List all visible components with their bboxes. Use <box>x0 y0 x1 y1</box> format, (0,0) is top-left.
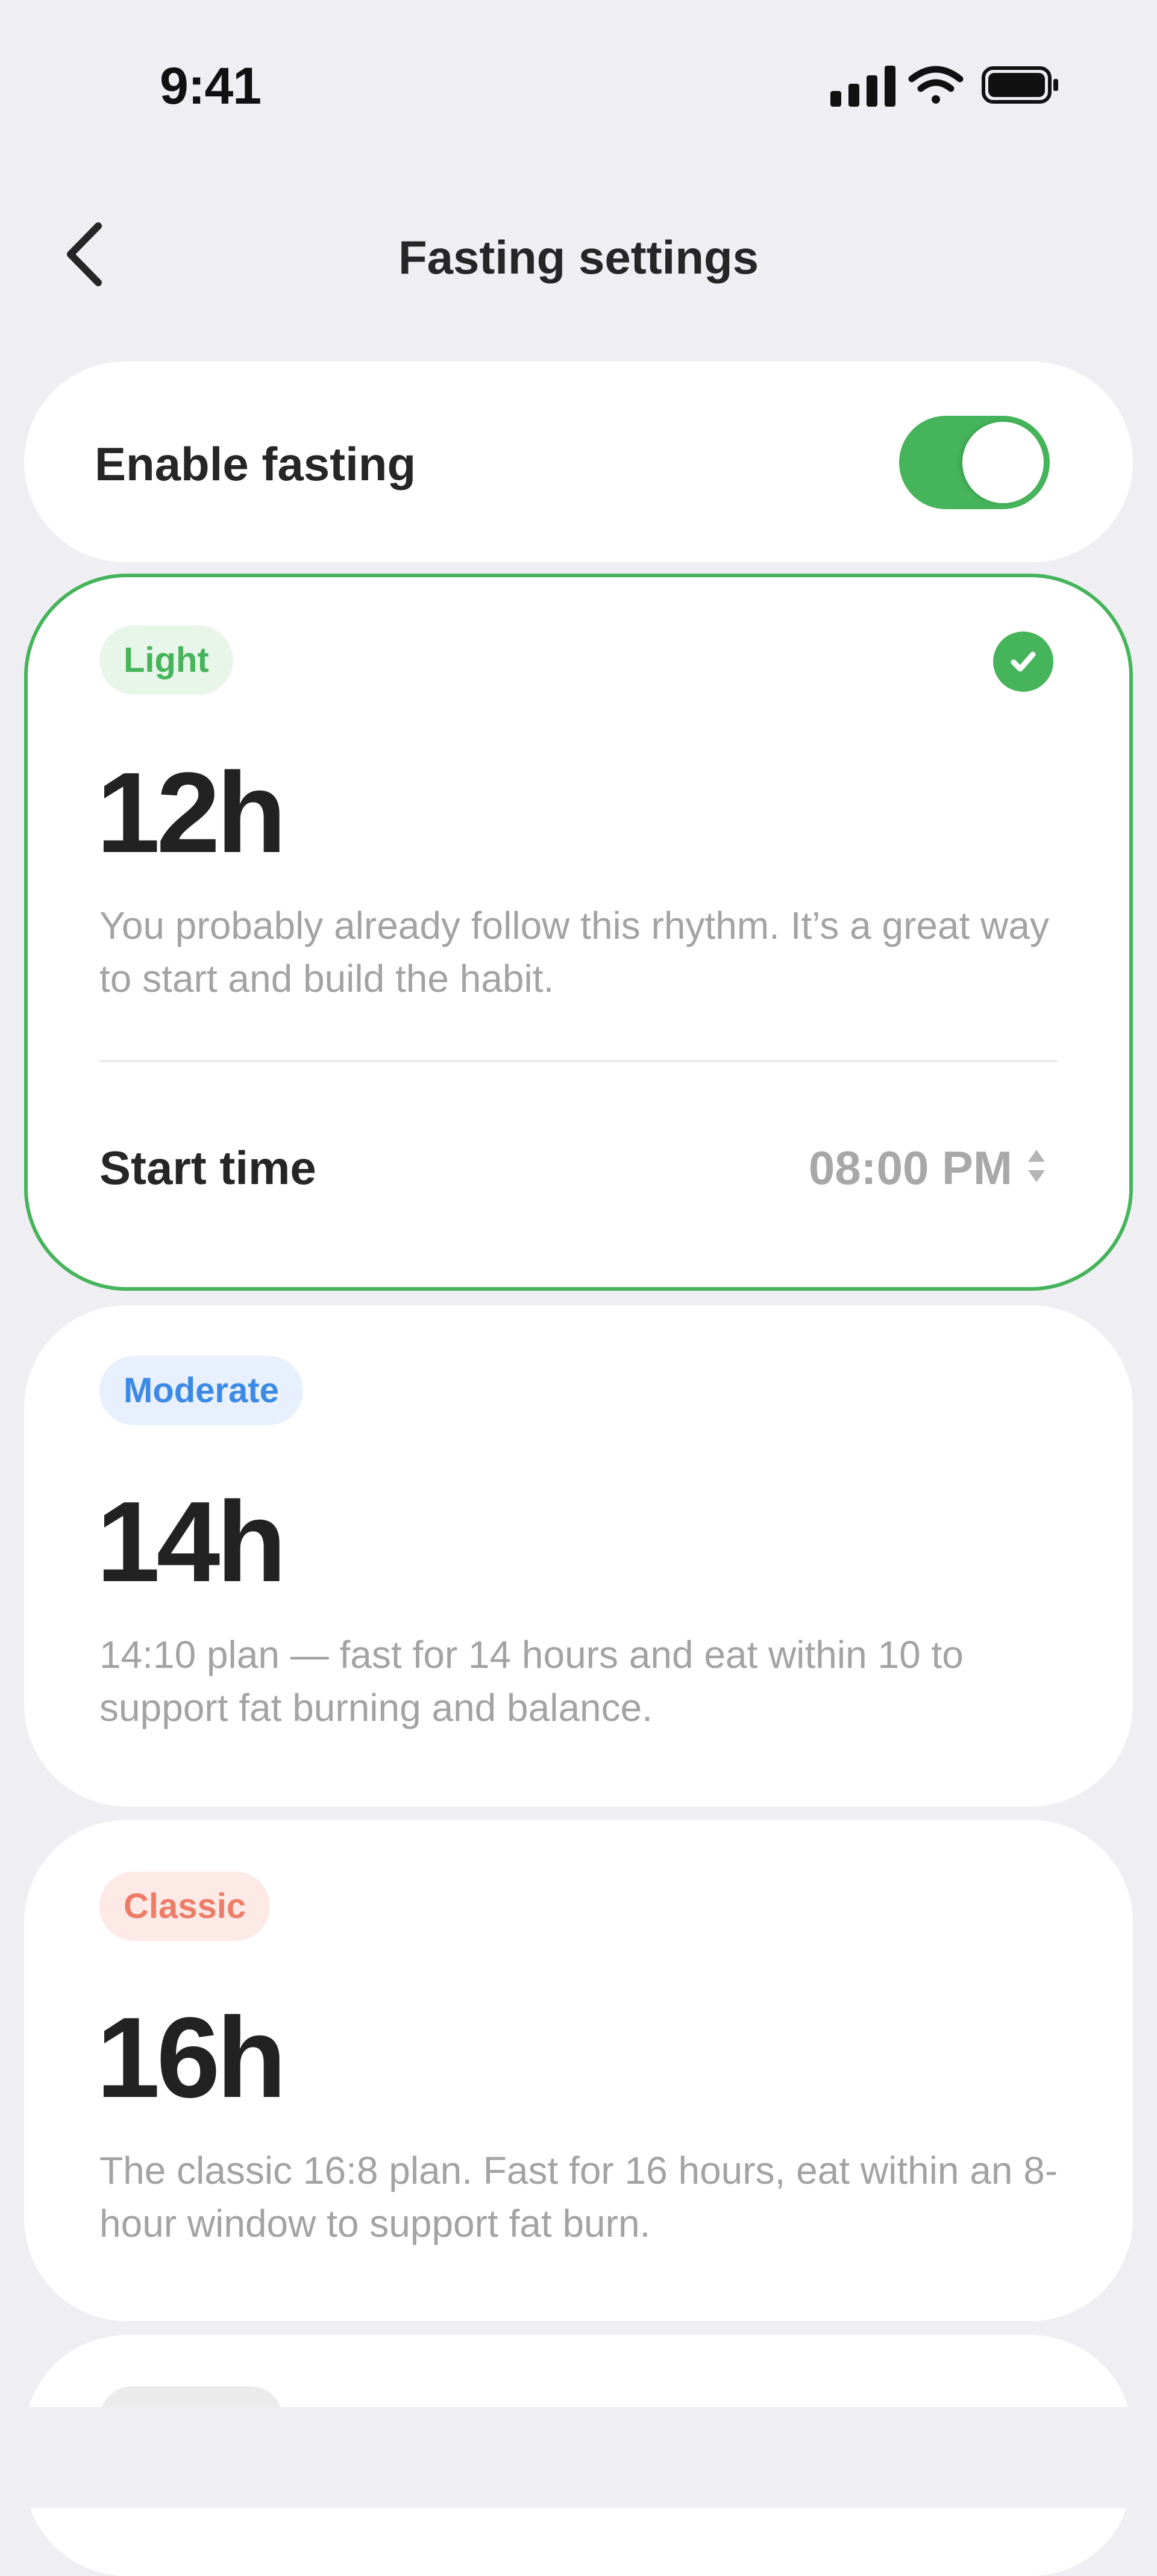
plan-hours-classic: 16h <box>96 1994 286 2122</box>
enable-fasting-toggle[interactable] <box>899 416 1050 509</box>
status-icons <box>830 66 1058 107</box>
plan-description-light: You probably already follow this rhythm.… <box>99 904 1049 1000</box>
status-time: 9:41 <box>160 57 262 115</box>
page-title: Fasting settings <box>398 231 759 284</box>
divider <box>99 1060 1058 1062</box>
plan-tag-light: Light <box>99 625 233 695</box>
wifi-icon <box>908 66 964 104</box>
signal-icon <box>830 66 895 107</box>
chevron-up-down-icon[interactable] <box>1024 1145 1049 1187</box>
toggle-knob <box>962 422 1044 503</box>
start-time-value[interactable]: 08:00 PM <box>777 1141 1012 1196</box>
plan-description-moderate: 14:10 plan — fast for 14 hours and eat w… <box>99 1633 964 1729</box>
plan-description-classic: The classic 16:8 plan. Fast for 16 hours… <box>99 2149 1058 2245</box>
plan-hours-moderate: 14h <box>96 1478 286 1606</box>
battery-icon <box>982 66 1058 104</box>
bottom-safe-area <box>0 2407 1157 2508</box>
plan-hours-light: 12h <box>96 749 286 877</box>
enable-fasting-label: Enable fasting <box>95 437 416 490</box>
plan-tag-classic: Classic <box>99 1872 271 1941</box>
plan-tag-moderate: Moderate <box>99 1356 303 1425</box>
selected-check-icon <box>993 631 1053 692</box>
start-time-label: Start time <box>99 1141 316 1194</box>
